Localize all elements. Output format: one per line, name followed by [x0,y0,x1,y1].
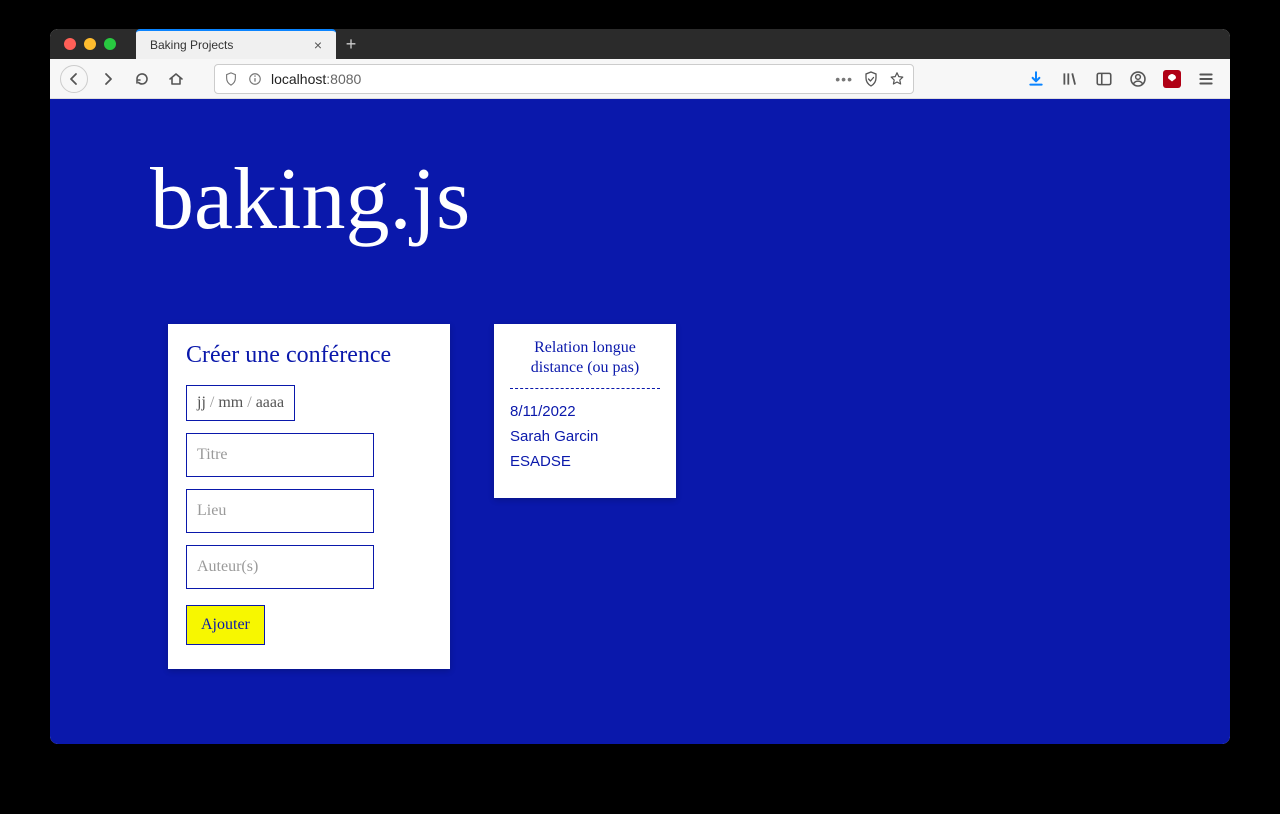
conference-place: ESADSE [510,453,660,470]
downloads-icon[interactable] [1026,69,1046,89]
close-tab-icon[interactable]: × [310,37,326,53]
url-host: localhost:8080 [271,71,361,87]
menu-icon[interactable] [1196,69,1216,89]
ublock-icon[interactable] [1162,69,1182,89]
site-logo: baking.js [150,149,470,250]
place-input[interactable] [186,489,374,533]
forward-button[interactable] [94,65,122,93]
conference-title: Relation longue distance (ou pas) [510,338,660,388]
sidebar-icon[interactable] [1094,69,1114,89]
home-button[interactable] [162,65,190,93]
maximize-window-button[interactable] [104,38,116,50]
arrow-left-icon [66,71,82,87]
page-content: baking.js Créer une conférence jj / mm /… [50,99,1230,744]
window-titlebar: Baking Projects × + [50,29,1230,59]
conference-card[interactable]: Relation longue distance (ou pas) 8/11/2… [494,324,676,498]
toolbar-right [1026,69,1220,89]
home-icon [168,71,184,87]
date-year-segment[interactable]: aaaa [256,394,284,412]
conference-date: 8/11/2022 [510,403,660,420]
page-actions-icon[interactable]: ••• [835,71,853,87]
browser-tab[interactable]: Baking Projects × [136,29,336,59]
close-window-button[interactable] [64,38,76,50]
author-input[interactable] [186,545,374,589]
date-separator: / [210,394,214,412]
date-month-segment[interactable]: mm [218,394,243,412]
title-input[interactable] [186,433,374,477]
reload-icon [134,71,150,87]
card-divider [510,388,660,389]
reader-shield-icon[interactable] [863,71,879,87]
bookmark-star-icon[interactable] [889,71,905,87]
traffic-lights [50,38,116,50]
create-heading: Créer une conférence [186,342,432,369]
tab-strip: Baking Projects × + [136,29,366,59]
date-separator: / [247,394,251,412]
reload-button[interactable] [128,65,156,93]
create-conference-card: Créer une conférence jj / mm / aaaa Ajou… [168,324,450,669]
conference-author: Sarah Garcin [510,428,660,445]
minimize-window-button[interactable] [84,38,96,50]
browser-window: Baking Projects × + localhost:8080 [50,29,1230,744]
library-icon[interactable] [1060,69,1080,89]
tab-title: Baking Projects [150,38,310,52]
add-button[interactable]: Ajouter [186,605,265,645]
urlbar-actions: ••• [835,71,905,87]
url-bar[interactable]: localhost:8080 ••• [214,64,914,94]
date-day-segment[interactable]: jj [197,394,206,412]
back-button[interactable] [60,65,88,93]
cards-row: Créer une conférence jj / mm / aaaa Ajou… [168,324,676,669]
date-input[interactable]: jj / mm / aaaa [186,385,295,421]
account-icon[interactable] [1128,69,1148,89]
site-info-icon[interactable] [247,71,263,87]
browser-toolbar: localhost:8080 ••• [50,59,1230,99]
new-tab-button[interactable]: + [336,29,366,59]
tracking-shield-icon[interactable] [223,71,239,87]
arrow-right-icon [100,71,116,87]
